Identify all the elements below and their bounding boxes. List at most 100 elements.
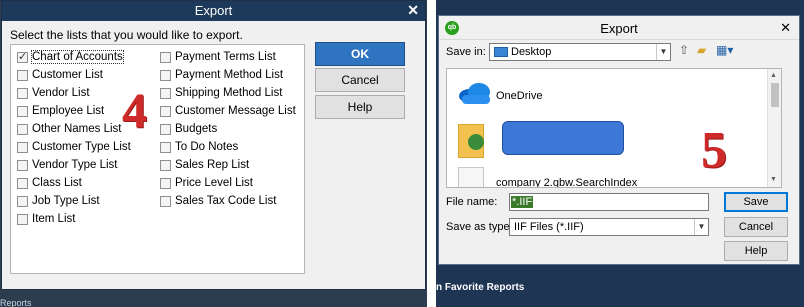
step-number-annotation: 4	[122, 82, 147, 138]
right-screenshot: qb Export ✕ Save in: Desktop ▼ ⇧ ▰ ▦▾ On…	[436, 0, 804, 307]
redacted-folder-name[interactable]	[502, 121, 624, 155]
export-dialog-title: Export	[194, 3, 233, 18]
close-icon[interactable]: ✕	[780, 20, 791, 36]
list-option-vendor-list[interactable]: Vendor List	[17, 85, 90, 101]
chevron-down-icon: ▼	[656, 44, 670, 60]
desktop-icon	[494, 47, 508, 58]
checkbox[interactable]	[160, 141, 171, 153]
list-option-customer-list[interactable]: Customer List	[17, 67, 103, 83]
checkbox[interactable]	[160, 177, 171, 189]
list-option-label: Sales Rep List	[175, 159, 250, 171]
checkbox-checked[interactable]	[17, 50, 28, 63]
list-option-label: To Do Notes	[175, 141, 239, 153]
list-option-label: Job Type List	[32, 195, 100, 207]
checkbox[interactable]	[17, 123, 28, 135]
left-background-text: Reports	[0, 298, 32, 307]
list-option-sales-tax-code-list[interactable]: Sales Tax Code List	[160, 193, 276, 209]
list-option-shipping-method-list[interactable]: Shipping Method List	[160, 85, 282, 101]
save-in-label: Save in:	[446, 46, 486, 58]
checkbox[interactable]	[160, 51, 171, 63]
list-option-label: Vendor List	[32, 87, 90, 99]
list-option-label: Vendor Type List	[32, 159, 118, 171]
file-name-value: *.IIF	[511, 196, 534, 208]
help-button[interactable]: Help	[315, 95, 405, 119]
new-folder-icon[interactable]: ▰	[697, 43, 706, 57]
export-lists-dialog: Export ✕ Select the lists that you would…	[1, 0, 426, 290]
save-as-type-value: IIF Files (*.IIF)	[514, 221, 584, 233]
list-option-vendor-type-list[interactable]: Vendor Type List	[17, 157, 117, 173]
list-option-other-names-list[interactable]: Other Names List	[17, 121, 121, 137]
close-icon[interactable]: ✕	[407, 2, 419, 19]
save-dialog-titlebar: qb Export ✕	[439, 16, 799, 40]
save-button[interactable]: Save	[724, 192, 788, 212]
background-menu-text: n Favorite Reports	[436, 282, 525, 293]
list-option-label: Customer Type List	[32, 141, 131, 153]
save-in-dropdown[interactable]: Desktop ▼	[489, 43, 671, 61]
onedrive-cloud-icon	[459, 83, 490, 104]
scroll-up-icon[interactable]: ▲	[770, 72, 777, 79]
list-option-label: Payment Terms List	[175, 51, 276, 63]
list-option-item-list[interactable]: Item List	[17, 211, 75, 227]
save-as-type-dropdown[interactable]: IIF Files (*.IIF) ▼	[509, 218, 709, 236]
file-item-searchindex[interactable]: company 2.qbw.SearchIndex	[496, 177, 637, 187]
scroll-down-icon[interactable]: ▼	[770, 176, 777, 183]
list-option-customer-message-list[interactable]: Customer Message List	[160, 103, 296, 119]
list-option-job-type-list[interactable]: Job Type List	[17, 193, 100, 209]
checkbox[interactable]	[17, 87, 28, 99]
checkbox[interactable]	[160, 69, 171, 81]
up-folder-icon[interactable]: ⇧	[679, 43, 689, 57]
list-option-label: Customer List	[32, 69, 103, 81]
list-option-label: Shipping Method List	[175, 87, 283, 99]
list-option-label: Other Names List	[32, 123, 122, 135]
checkbox[interactable]	[17, 159, 28, 171]
ok-button[interactable]: OK	[315, 42, 405, 66]
file-list[interactable]: OneDrive company 2.qbw.SearchIndex ▲ ▼	[446, 68, 782, 188]
view-menu-icon[interactable]: ▦▾	[716, 43, 733, 57]
checkbox[interactable]	[17, 213, 28, 225]
checkbox[interactable]	[160, 159, 171, 171]
list-option-customer-type-list[interactable]: Customer Type List	[17, 139, 131, 155]
file-name-label: File name:	[446, 196, 498, 208]
export-dialog-titlebar: Export ✕	[2, 1, 425, 21]
list-option-label: Payment Method List	[175, 69, 284, 81]
export-instruction: Select the lists that you would like to …	[10, 28, 243, 42]
list-option-payment-method-list[interactable]: Payment Method List	[160, 67, 283, 83]
list-option-employee-list[interactable]: Employee List	[17, 103, 104, 119]
list-option-class-list[interactable]: Class List	[17, 175, 82, 191]
cancel-button[interactable]: Cancel	[315, 68, 405, 92]
save-dialog-title: Export	[600, 21, 638, 36]
checkbox[interactable]	[17, 195, 28, 207]
checkbox[interactable]	[17, 141, 28, 153]
cancel-button[interactable]: Cancel	[724, 217, 788, 237]
list-option-label: Chart of Accounts	[31, 50, 124, 64]
scrollbar-thumb[interactable]	[771, 83, 779, 107]
checkbox[interactable]	[17, 69, 28, 81]
list-option-label: Price Level List	[175, 177, 253, 189]
vertical-scrollbar[interactable]: ▲ ▼	[767, 69, 781, 187]
checkbox[interactable]	[160, 105, 171, 117]
export-save-dialog: qb Export ✕ Save in: Desktop ▼ ⇧ ▰ ▦▾ On…	[438, 15, 800, 265]
step-number-annotation: 5	[701, 122, 727, 179]
chevron-down-icon: ▼	[694, 219, 708, 235]
user-avatar-icon	[468, 134, 484, 150]
checkbox[interactable]	[160, 195, 171, 207]
list-option-label: Employee List	[32, 105, 105, 117]
list-option-price-level-list[interactable]: Price Level List	[160, 175, 253, 191]
checkbox[interactable]	[160, 87, 171, 99]
checkbox[interactable]	[160, 123, 171, 135]
file-name-input[interactable]: *.IIF	[509, 193, 709, 211]
list-option-label: Customer Message List	[175, 105, 296, 117]
list-option-payment-terms-list[interactable]: Payment Terms List	[160, 49, 276, 65]
list-option-label: Item List	[32, 213, 76, 225]
checkbox[interactable]	[17, 105, 28, 117]
list-option-budgets[interactable]: Budgets	[160, 121, 217, 137]
help-button[interactable]: Help	[724, 241, 788, 261]
left-screenshot: Reports Export ✕ Select the lists that y…	[0, 0, 427, 307]
list-option-chart-of-accounts[interactable]: Chart of Accounts	[17, 49, 124, 65]
list-option-label: Budgets	[175, 123, 218, 135]
list-option-to-do-notes[interactable]: To Do Notes	[160, 139, 238, 155]
list-option-sales-rep-list[interactable]: Sales Rep List	[160, 157, 249, 173]
checkbox[interactable]	[17, 177, 28, 189]
list-option-label: Class List	[32, 177, 82, 189]
file-item-onedrive[interactable]: OneDrive	[496, 90, 542, 102]
